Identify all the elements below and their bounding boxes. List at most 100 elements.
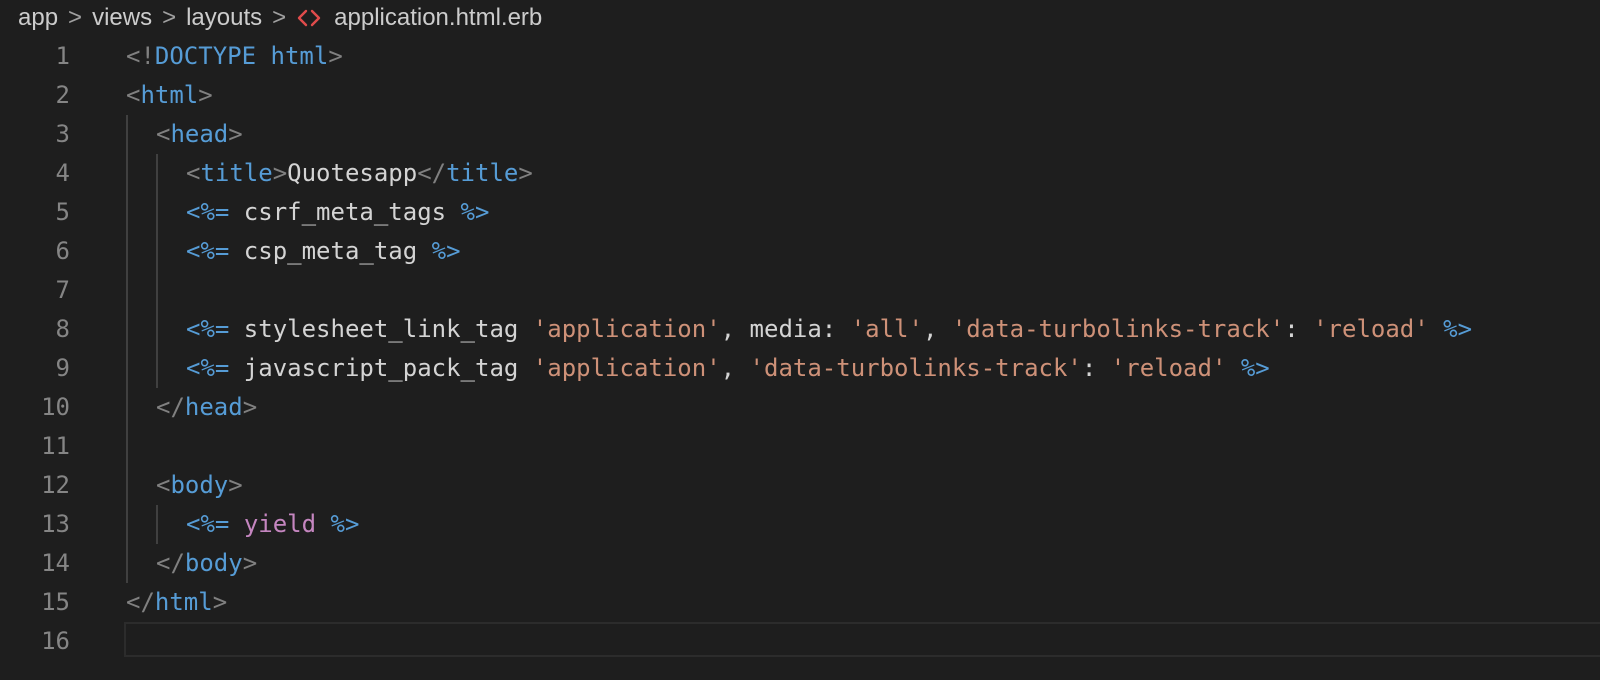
code-token: 'data-turbolinks-track' <box>951 315 1285 343</box>
code-line[interactable]: 10 </head> <box>0 388 1600 427</box>
code-token: %> <box>330 510 360 538</box>
code-token: Quotesapp <box>287 159 418 187</box>
code-token: </ <box>156 549 185 577</box>
breadcrumb-separator: > <box>272 4 287 31</box>
code-line[interactable]: 1 <!DOCTYPE html> <box>0 37 1600 76</box>
code-token: > <box>228 120 243 148</box>
breadcrumb-layouts[interactable]: layouts <box>186 4 262 32</box>
code-line[interactable]: 11 <box>0 427 1600 466</box>
indent-guide <box>126 232 128 271</box>
line-content: <html> <box>126 76 213 115</box>
code-line[interactable]: 2 <html> <box>0 76 1600 115</box>
line-number: 2 <box>55 81 70 109</box>
code-line[interactable]: 6 <%= csp_meta_tag %> <box>0 232 1600 271</box>
line-number: 7 <box>55 276 70 304</box>
indent-guide <box>126 427 128 466</box>
indent-guide <box>126 310 128 349</box>
code-line[interactable]: 4 <title>Quotesapp</title> <box>0 154 1600 193</box>
code-token: < <box>126 81 141 109</box>
code-token: 'application' <box>532 354 721 382</box>
breadcrumb-separator: > <box>68 4 83 31</box>
line-number: 5 <box>55 198 70 226</box>
line-number: 15 <box>41 588 70 616</box>
code-line[interactable]: 12 <body> <box>0 466 1600 505</box>
code-line[interactable]: 5 <%= csrf_meta_tags %> <box>0 193 1600 232</box>
code-line[interactable]: 8 <%= stylesheet_link_tag 'application', … <box>0 310 1600 349</box>
breadcrumb-views[interactable]: views <box>92 4 152 32</box>
line-content: <body> <box>156 466 243 505</box>
line-number: 14 <box>41 549 70 577</box>
code-token: csrf_meta_tags <box>229 198 461 226</box>
code-token: <%= <box>186 354 230 382</box>
code-token: : <box>1081 354 1111 382</box>
code-token: title <box>446 159 519 187</box>
code-token: > <box>328 42 343 70</box>
code-token: 'reload' <box>1313 315 1429 343</box>
code-token: : <box>1284 315 1314 343</box>
code-token: </ <box>417 159 447 187</box>
current-line-highlight <box>124 622 1600 657</box>
breadcrumb-app[interactable]: app <box>18 4 58 32</box>
breadcrumb: app > views > layouts > application.html… <box>18 0 542 36</box>
code-editor[interactable]: app > views > layouts > application.html… <box>0 0 1600 680</box>
code-token: %> <box>1443 315 1473 343</box>
code-token: %> <box>460 198 490 226</box>
line-number: 3 <box>55 120 70 148</box>
code-line[interactable]: 15 </html> <box>0 583 1600 622</box>
code-token: > <box>242 549 258 577</box>
line-content: <head> <box>156 115 243 154</box>
code-token: < <box>156 120 171 148</box>
code-token: <%= <box>186 315 230 343</box>
code-line[interactable]: 14 </body> <box>0 544 1600 583</box>
code-token: stylesheet_link_tag <box>229 315 533 343</box>
code-token: > <box>212 588 228 616</box>
code-line[interactable]: 3 <head> <box>0 115 1600 154</box>
code-token: yield <box>243 510 317 538</box>
line-content: <%= javascript_pack_tag 'application', '… <box>186 349 1270 388</box>
code-token: 'all' <box>850 315 923 343</box>
code-token: 'data-turbolinks-track' <box>749 354 1082 382</box>
line-number: 1 <box>55 42 70 70</box>
indent-guide <box>156 271 158 310</box>
code-token: html <box>270 42 329 70</box>
code-line[interactable]: 13 <%= yield %> <box>0 505 1600 544</box>
code-token: <%= <box>186 198 230 226</box>
code-token: > <box>242 393 258 421</box>
code-token: > <box>198 81 213 109</box>
indent-guide <box>126 544 128 583</box>
code-token: html <box>154 588 213 616</box>
indent-guide <box>126 271 128 310</box>
line-content: </head> <box>156 388 257 427</box>
indent-guide <box>126 193 128 232</box>
code-token: </ <box>126 588 155 616</box>
indent-guide <box>126 466 128 505</box>
code-line[interactable]: 16 <box>0 622 1600 661</box>
line-number: 16 <box>41 627 70 655</box>
code-file-icon <box>296 5 322 31</box>
code-token: </ <box>156 393 185 421</box>
line-number: 10 <box>41 393 70 421</box>
code-token: <%= <box>186 237 230 265</box>
breadcrumb-file[interactable]: application.html.erb <box>334 4 542 32</box>
code-line[interactable]: 9 <%= javascript_pack_tag 'application', … <box>0 349 1600 388</box>
breadcrumb-separator: > <box>162 4 177 31</box>
code-token: 'reload' <box>1110 354 1227 382</box>
line-content: </html> <box>126 583 227 622</box>
line-number: 4 <box>55 159 70 187</box>
code-token: < <box>156 471 171 499</box>
indent-guide <box>156 232 158 271</box>
code-line[interactable]: 7 <box>0 271 1600 310</box>
indent-guide <box>126 154 128 193</box>
line-content: <!DOCTYPE html> <box>126 37 343 76</box>
code-area[interactable]: 1 <!DOCTYPE html> 2 <html> 3 <head> 4 <title>Qu… <box>0 37 1600 661</box>
code-token: title <box>200 159 273 187</box>
code-token: csp_meta_tag <box>229 237 432 265</box>
code-token: , <box>922 315 952 343</box>
code-token: %> <box>1240 354 1270 382</box>
indent-guide <box>126 115 128 154</box>
line-content: <%= stylesheet_link_tag 'application', m… <box>186 310 1472 349</box>
code-token: %> <box>431 237 461 265</box>
